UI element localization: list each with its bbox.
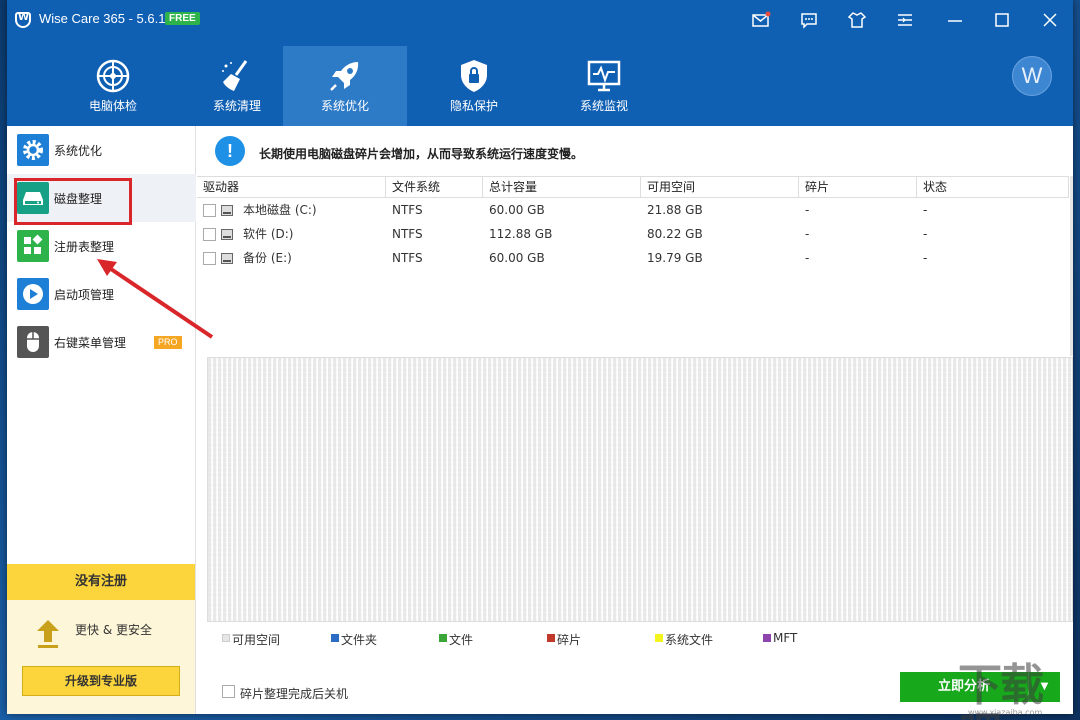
- drive-free: 21.88 GB: [647, 203, 703, 217]
- menu-icon[interactable]: [893, 8, 917, 32]
- avatar[interactable]: W: [1012, 56, 1052, 96]
- radar-icon: [96, 59, 130, 93]
- register-benefit: 更快 & 更安全: [75, 623, 152, 637]
- mail-icon[interactable]: [749, 8, 773, 32]
- drive-icon: [221, 229, 233, 240]
- nav-item-cleanup[interactable]: 系统清理: [175, 46, 299, 126]
- nav-item-optimize[interactable]: 系统优化: [283, 46, 407, 126]
- info-icon: !: [215, 136, 245, 166]
- skin-icon[interactable]: [845, 8, 869, 32]
- drive-fs: NTFS: [392, 251, 423, 265]
- drive-checkbox[interactable]: [203, 204, 216, 217]
- table-row[interactable]: 备份 (E:) NTFS 60.00 GB 19.79 GB - -: [197, 246, 1069, 270]
- legend-swatch: [331, 634, 339, 642]
- table-header: 驱动器 文件系统 总计容量 可用空间 碎片 状态: [197, 176, 1069, 198]
- broom-icon: [222, 60, 248, 91]
- drive-icon: [221, 253, 233, 264]
- cluster-map: [207, 357, 1073, 622]
- drive-free: 80.22 GB: [647, 227, 703, 241]
- registry-icon: [17, 230, 49, 262]
- drive-status: -: [923, 251, 928, 265]
- drive-name: 备份 (E:): [243, 251, 292, 265]
- drive-frag: -: [805, 203, 810, 217]
- drive-checkbox[interactable]: [203, 228, 216, 241]
- drive-table: 驱动器 文件系统 总计容量 可用空间 碎片 状态 本地磁盘 (C:) NTFS …: [197, 176, 1069, 270]
- nav-label: 电脑体检: [88, 99, 137, 113]
- column-header-status[interactable]: 状态: [917, 177, 1069, 198]
- free-badge: FREE: [165, 12, 200, 25]
- register-panel: 没有注册 更快 & 更安全 升级到专业版: [7, 564, 195, 714]
- drive-total: 60.00 GB: [489, 251, 545, 265]
- nav-label: 隐私保护: [449, 99, 498, 113]
- table-row[interactable]: 软件 (D:) NTFS 112.88 GB 80.22 GB - -: [197, 222, 1069, 246]
- legend-label: MFT: [773, 631, 798, 645]
- nav-item-checkup[interactable]: 电脑体检: [51, 46, 175, 126]
- legend-swatch: [763, 634, 771, 642]
- legend-swatch: [547, 634, 555, 642]
- close-icon[interactable]: [1038, 8, 1062, 32]
- shutdown-label: 碎片整理完成后关机: [240, 687, 349, 701]
- header: Wise Care 365 - 5.6.1 FREE: [7, 0, 1073, 126]
- shutdown-checkbox[interactable]: [222, 685, 235, 698]
- app-window: Wise Care 365 - 5.6.1 FREE: [7, 0, 1073, 714]
- drive-frag: -: [805, 251, 810, 265]
- drive-fs: NTFS: [392, 203, 423, 217]
- nav-label: 系统清理: [212, 99, 261, 113]
- drive-name: 软件 (D:): [243, 227, 294, 241]
- minimize-icon[interactable]: [943, 8, 967, 32]
- legend-label: 文件: [449, 633, 474, 647]
- sidebar-item-system-optimize[interactable]: 系统优化: [7, 126, 196, 174]
- drive-status: -: [923, 203, 928, 217]
- notice-text: 长期使用电脑磁盘碎片会增加，从而导致系统运行速度变慢。: [259, 147, 584, 161]
- legend: 可用空间 文件夹 文件 碎片 系统文件 MFT: [222, 630, 1072, 647]
- drive-fs: NTFS: [392, 227, 423, 241]
- monitor-pulse-icon: [587, 60, 621, 92]
- startup-play-icon: [17, 278, 49, 310]
- legend-swatch: [655, 634, 663, 642]
- drive-total: 60.00 GB: [489, 203, 545, 217]
- drive-free: 19.79 GB: [647, 251, 703, 265]
- app-logo-icon: [15, 12, 31, 28]
- drive-checkbox[interactable]: [203, 252, 216, 265]
- table-scrollbar[interactable]: [1070, 176, 1073, 356]
- legend-swatch: [439, 634, 447, 642]
- gear-icon: [17, 134, 49, 166]
- legend-label: 系统文件: [665, 633, 714, 647]
- drive-frag: -: [805, 227, 810, 241]
- legend-label: 碎片: [557, 633, 582, 647]
- column-header-free[interactable]: 可用空间: [641, 177, 799, 198]
- annotation-highlight-box: [14, 178, 132, 225]
- nav-label: 系统优化: [320, 99, 369, 113]
- nav-item-monitor[interactable]: 系统监视: [542, 46, 666, 126]
- titlebar: Wise Care 365 - 5.6.1 FREE: [7, 0, 1073, 40]
- mouse-icon: [17, 326, 49, 358]
- register-title: 没有注册: [7, 564, 195, 600]
- nav-label: 系统监视: [579, 99, 628, 113]
- rocket-icon: [330, 62, 359, 91]
- app-title: Wise Care 365 - 5.6.1: [39, 11, 166, 26]
- drive-name: 本地磁盘 (C:): [243, 203, 317, 217]
- nav-item-privacy[interactable]: 隐私保护: [412, 46, 536, 126]
- shield-lock-icon: [461, 60, 487, 92]
- legend-label: 文件夹: [341, 633, 378, 647]
- upgrade-button[interactable]: 升级到专业版: [22, 666, 180, 696]
- column-header-filesystem[interactable]: 文件系统: [386, 177, 483, 198]
- feedback-icon[interactable]: [797, 8, 821, 32]
- sidebar-item-label: 系统优化: [54, 144, 103, 158]
- sidebar: 系统优化 磁盘整理 注册表整理 启动项管理 右键菜单管理 PRO 没有注册 更快…: [7, 126, 196, 714]
- table-row[interactable]: 本地磁盘 (C:) NTFS 60.00 GB 21.88 GB - -: [197, 198, 1069, 222]
- drive-icon: [221, 205, 233, 216]
- legend-swatch: [222, 634, 230, 642]
- drive-status: -: [923, 227, 928, 241]
- drive-total: 112.88 GB: [489, 227, 553, 241]
- column-header-drive[interactable]: 驱动器: [197, 177, 386, 198]
- column-header-fragment[interactable]: 碎片: [799, 177, 917, 198]
- column-header-total[interactable]: 总计容量: [483, 177, 641, 198]
- maximize-icon[interactable]: [990, 8, 1014, 32]
- legend-label: 可用空间: [232, 633, 281, 647]
- cluster-map-blocks: [207, 357, 1073, 622]
- arrow-up-icon: [37, 620, 59, 648]
- watermark-url: www.xiazaiba.com: [968, 708, 1043, 717]
- notice-bar: ! 长期使用电脑磁盘碎片会增加，从而导致系统运行速度变慢。: [197, 126, 1073, 176]
